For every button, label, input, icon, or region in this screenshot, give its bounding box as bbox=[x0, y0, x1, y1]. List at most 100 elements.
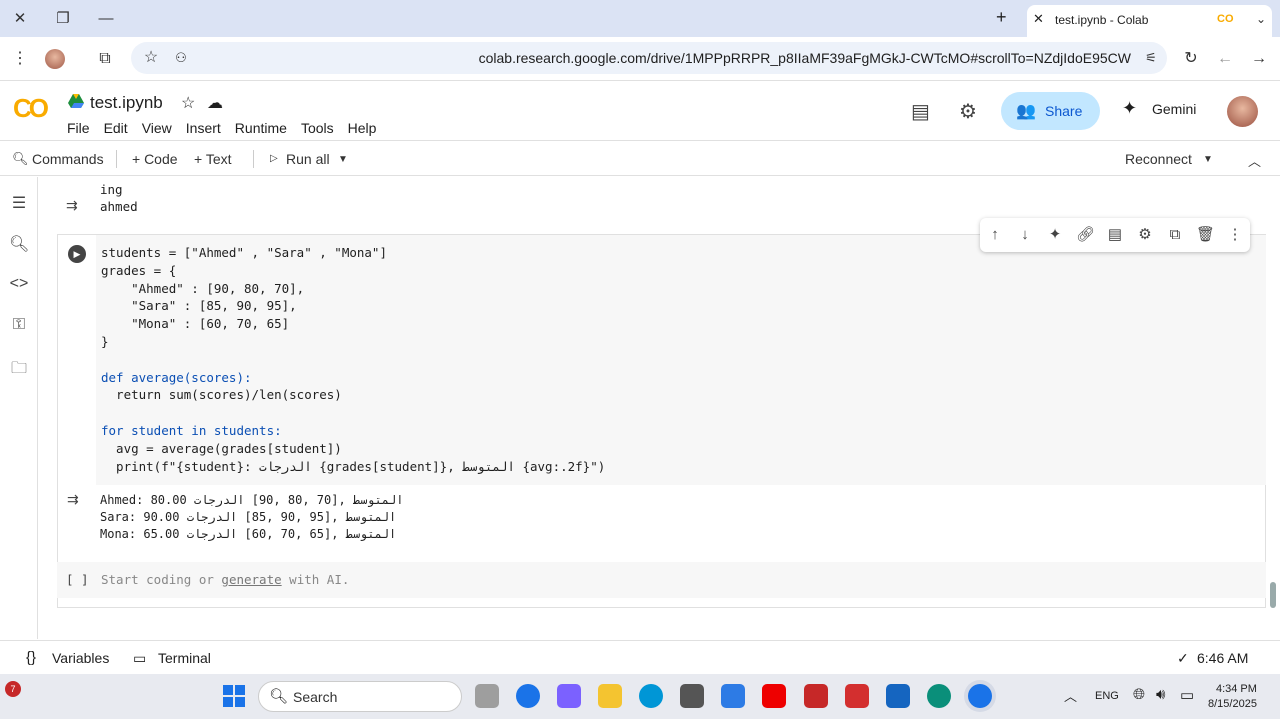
link-icon[interactable]: 🔗︎ bbox=[1076, 226, 1095, 244]
site-info-icon[interactable]: ⚇ bbox=[169, 46, 193, 70]
colab-logo[interactable]: CO bbox=[13, 93, 49, 124]
copilot-app-icon[interactable] bbox=[557, 684, 581, 708]
taskbar-search[interactable]: 🔍︎ Search bbox=[258, 681, 462, 712]
run-all-button[interactable]: Run all bbox=[286, 151, 330, 167]
new-tab-button[interactable]: + bbox=[996, 7, 1007, 28]
last-run-time[interactable]: 6:46 AM bbox=[1197, 650, 1248, 666]
share-button[interactable]: 👥 Share bbox=[1001, 92, 1100, 130]
tab-search-icon[interactable]: ⌄ bbox=[1249, 8, 1273, 30]
secrets-key-icon[interactable]: ⚿ bbox=[9, 316, 29, 336]
file-explorer-icon[interactable] bbox=[598, 684, 622, 708]
url-text[interactable]: colab.research.google.com/drive/1MPPpRRP… bbox=[479, 50, 1131, 66]
move-down-icon[interactable]: ↓ bbox=[1016, 226, 1034, 244]
store-app-icon[interactable] bbox=[680, 684, 704, 708]
code-cell[interactable]: ▶ students = ["Ahmed" , "Sara" , "Mona"]… bbox=[57, 218, 1266, 608]
gemini-sparkle-icon[interactable]: ✦ bbox=[1122, 98, 1137, 119]
reconnect-button[interactable]: Reconnect bbox=[1125, 151, 1192, 167]
run-cell-button[interactable]: ▶ bbox=[68, 245, 86, 263]
output-icon[interactable]: ⇉ bbox=[66, 197, 78, 214]
profile-avatar[interactable] bbox=[45, 49, 65, 69]
delete-icon[interactable]: 🗑︎ bbox=[1196, 226, 1215, 244]
bookmark-star-icon[interactable]: ☆ bbox=[139, 46, 163, 70]
table-of-contents-icon[interactable]: ☰ bbox=[9, 193, 29, 213]
cell-placeholder[interactable]: Start coding or generate with AI. bbox=[101, 572, 349, 587]
variables-button[interactable]: Variables bbox=[52, 650, 109, 666]
tab-close-icon[interactable]: ✕ bbox=[1033, 11, 1044, 27]
search-icon: 🔍︎ bbox=[12, 151, 29, 166]
address-bar[interactable]: ☆ ⚇ colab.research.google.com/drive/1MPP… bbox=[131, 42, 1167, 74]
code-line: return sum(scores)/len(scores) bbox=[101, 387, 342, 403]
forward-icon[interactable]: → bbox=[1247, 47, 1271, 71]
menu-edit[interactable]: Edit bbox=[104, 120, 128, 136]
code-editor[interactable]: students = ["Ahmed" , "Sara" , "Mona"] g… bbox=[96, 235, 1266, 485]
minimize-window-icon[interactable]: — bbox=[94, 8, 118, 30]
files-folder-icon[interactable]: 🗀 bbox=[9, 357, 29, 377]
terminal-button[interactable]: Terminal bbox=[158, 650, 211, 666]
browser-menu-icon[interactable]: ⋮ bbox=[8, 47, 32, 71]
browser-tab[interactable]: ✕ test.ipynb - Colab CO bbox=[1027, 5, 1272, 37]
gemini-button[interactable]: Gemini bbox=[1152, 101, 1196, 117]
output-icon[interactable]: ⇉ bbox=[67, 491, 79, 508]
find-icon[interactable]: 🔍︎ bbox=[9, 234, 29, 254]
more-options-icon[interactable]: ⋮ bbox=[1226, 226, 1244, 244]
add-code-button[interactable]: + Code bbox=[132, 151, 178, 167]
runtime-dropdown-icon[interactable]: ▼ bbox=[1203, 154, 1213, 165]
show-hidden-icons[interactable]: ︿ bbox=[1064, 686, 1077, 705]
notebook-file-name[interactable]: test.ipynb bbox=[90, 93, 163, 113]
comments-icon[interactable]: ▤ bbox=[911, 99, 930, 124]
star-icon[interactable]: ☆ bbox=[181, 93, 195, 113]
move-up-icon[interactable]: ↑ bbox=[986, 226, 1004, 244]
menu-file[interactable]: File bbox=[67, 120, 90, 136]
run-all-dropdown-icon[interactable]: ▼ bbox=[338, 154, 348, 165]
game-app-icon[interactable] bbox=[804, 684, 828, 708]
xbox-app-icon[interactable] bbox=[886, 684, 910, 708]
task-view-icon[interactable] bbox=[475, 684, 499, 708]
comment-icon[interactable]: ▤ bbox=[1106, 226, 1124, 244]
generate-link[interactable]: generate bbox=[221, 572, 281, 587]
chrome-active-icon[interactable] bbox=[968, 684, 992, 708]
add-text-button[interactable]: + Text bbox=[194, 151, 232, 167]
network-icon[interactable]: 🌐︎ bbox=[1133, 686, 1145, 703]
wps-app-icon[interactable] bbox=[845, 684, 869, 708]
cloud-saved-icon[interactable]: ☁ bbox=[207, 93, 223, 113]
chrome-app-icon[interactable] bbox=[516, 684, 540, 708]
menu-help[interactable]: Help bbox=[348, 120, 377, 136]
windows-start-icon[interactable] bbox=[223, 685, 245, 707]
divider bbox=[116, 150, 117, 168]
edge-app-icon[interactable] bbox=[927, 684, 951, 708]
account-avatar[interactable] bbox=[1227, 96, 1258, 127]
menu-view[interactable]: View bbox=[142, 120, 172, 136]
volume-icon[interactable]: 🔊︎ bbox=[1156, 686, 1165, 703]
prev-output-line: ing bbox=[100, 182, 123, 197]
restore-window-icon[interactable]: ❐ bbox=[51, 8, 75, 30]
code-line: for student in students: bbox=[101, 422, 282, 438]
menu-insert[interactable]: Insert bbox=[186, 120, 221, 136]
battery-icon[interactable]: ▭ bbox=[1180, 686, 1194, 704]
menu-tools[interactable]: Tools bbox=[301, 120, 334, 136]
notification-badge[interactable]: 7 bbox=[5, 681, 21, 697]
empty-code-cell[interactable]: [ ] Start coding or generate with AI. bbox=[57, 562, 1266, 598]
extensions-icon[interactable]: ⧉ bbox=[93, 47, 117, 71]
colab-header: CO test.ipynb ☆ ☁ File Edit View Insert … bbox=[0, 81, 1280, 141]
drive-icon[interactable] bbox=[68, 93, 84, 109]
output-text: Ahmed: 80.00 المتوسط ,[70 ,80 ,90] الدرج… bbox=[100, 492, 403, 543]
close-window-icon[interactable]: ✕ bbox=[8, 8, 32, 30]
youtube-app-icon[interactable] bbox=[762, 684, 786, 708]
m365-app-icon[interactable] bbox=[721, 684, 745, 708]
cell-settings-icon[interactable]: ⚙ bbox=[1136, 226, 1154, 244]
site-settings-icon[interactable]: ⚟ bbox=[1139, 46, 1163, 70]
menu-runtime[interactable]: Runtime bbox=[235, 120, 287, 136]
collapse-header-icon[interactable]: ︿ bbox=[1248, 151, 1261, 170]
system-clock[interactable]: 4:34 PM 8/15/2025 bbox=[1208, 682, 1257, 712]
hp-app-icon[interactable] bbox=[639, 684, 663, 708]
scrollbar-thumb[interactable] bbox=[1270, 582, 1276, 608]
back-icon[interactable]: ← bbox=[1213, 47, 1237, 71]
reload-icon[interactable]: ↻ bbox=[1179, 47, 1203, 71]
mirror-cell-icon[interactable]: ⧉ bbox=[1166, 226, 1184, 244]
commands-button[interactable]: Commands bbox=[32, 151, 104, 167]
language-indicator[interactable]: ENG bbox=[1095, 690, 1119, 702]
code-text[interactable]: students = ["Ahmed" , "Sara" , "Mona"] g… bbox=[101, 244, 605, 475]
gemini-sparkle-icon[interactable]: ✦ bbox=[1046, 226, 1064, 244]
settings-gear-icon[interactable]: ⚙ bbox=[959, 99, 977, 124]
code-snippets-icon[interactable]: <> bbox=[9, 275, 29, 295]
